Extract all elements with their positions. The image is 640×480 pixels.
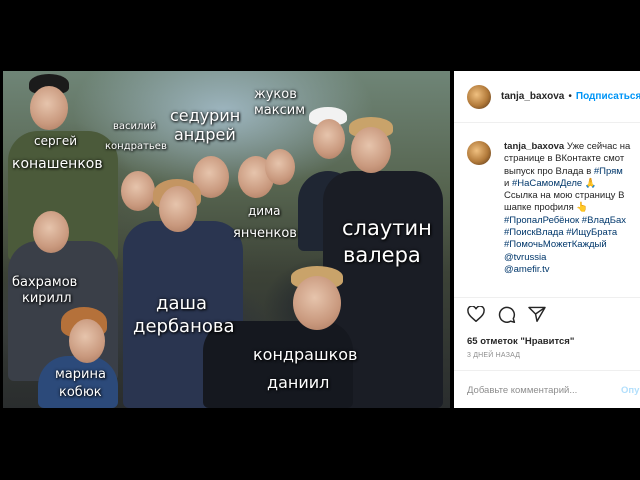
person-face — [265, 149, 295, 185]
post-panel: tanja_baxova • Подписаться tanja_baxova … — [454, 71, 640, 408]
caption-line: Ссылка на мою страницу В — [504, 190, 625, 202]
post-actions: 65 отметок "Нравится" 3 ДНЕЙ НАЗАД Добав… — [454, 297, 640, 408]
photo-label-sedurin-1: седурин — [170, 106, 241, 125]
hashtag-link[interactable]: #ПомочьМожетКаждый — [504, 239, 630, 251]
hashtag-link[interactable]: #Прям — [594, 166, 623, 177]
caption-username[interactable]: tanja_baxova — [504, 141, 564, 152]
photo-label-dima-1: дима — [248, 204, 281, 218]
photo-label-kondrashkov-1: кондрашков — [253, 345, 358, 364]
comment-icon[interactable] — [498, 306, 516, 328]
caption-line: шапке профиля — [504, 202, 577, 214]
photo-label-sergey-1: сергей — [34, 134, 78, 148]
photo-label-sedurin-2: андрей — [174, 125, 236, 144]
caption-text: tanja_baxova Уже сейчас на странице в ВК… — [504, 141, 630, 276]
person-face — [30, 86, 68, 130]
person-face — [69, 319, 105, 363]
person-face — [33, 211, 69, 253]
photo-label-bakhramov-2: кирилл — [22, 291, 72, 306]
photo-label-marina-2: кобюк — [59, 385, 102, 400]
caption-line: и — [504, 177, 512, 189]
likes-count[interactable]: 65 отметок "Нравится" — [467, 336, 574, 347]
person-face — [351, 127, 391, 173]
comment-input[interactable]: Добавьте комментарий... — [467, 385, 577, 396]
mention-link[interactable]: @amefir.tv — [504, 264, 630, 276]
photo-label-dasha-2: дербанова — [133, 316, 235, 337]
avatar[interactable] — [467, 84, 491, 109]
share-icon[interactable] — [528, 306, 546, 327]
post-header: tanja_baxova • Подписаться — [454, 71, 640, 123]
photo-label-vasily-1: василий — [113, 121, 157, 132]
photo-label-slautin-1: слаутин — [342, 216, 432, 240]
mention-link[interactable]: @tvrussia — [504, 252, 630, 264]
photo-label-marina-1: марина — [55, 367, 106, 382]
caption-line: выпуск про Влада в — [504, 165, 594, 177]
hashtag-link[interactable]: #ПоискВлада #ИщуБрата — [504, 227, 630, 239]
photo-label-zhukov-1: жуков — [254, 87, 297, 102]
follow-button[interactable]: Подписаться — [576, 91, 640, 102]
photo-label-bakhramov-1: бахрамов — [12, 275, 78, 290]
person-face — [159, 186, 197, 232]
caption-line: Уже сейчас на — [566, 141, 631, 152]
separator-dot: • — [568, 91, 572, 102]
person-face — [293, 276, 341, 330]
caption: tanja_baxova Уже сейчас на странице в ВК… — [467, 141, 640, 276]
point-up-emoji-icon: 👆 — [576, 202, 589, 214]
photo-label-kondrashkov-2: даниил — [267, 373, 330, 392]
person-face — [313, 119, 345, 159]
heart-icon[interactable] — [467, 305, 485, 327]
person-figure — [38, 356, 118, 408]
hashtag-link[interactable]: #НаСамомДеле — [512, 178, 582, 189]
pray-emoji-icon: 🙏 — [584, 177, 597, 189]
post-timestamp[interactable]: 3 ДНЕЙ НАЗАД — [467, 352, 520, 359]
caption-avatar[interactable] — [467, 141, 491, 165]
photo-label-dima-2: янченков — [233, 226, 297, 241]
caption-line: странице в ВКонтакте смот — [504, 153, 625, 165]
photo-label-vasily-2: кондратьев — [105, 141, 167, 152]
comment-bar: Добавьте комментарий... Опу — [454, 370, 640, 408]
photo-label-dasha-1: даша — [156, 293, 207, 314]
hashtag-link[interactable]: #ПропалРебёнок #ВладБах — [504, 215, 630, 227]
photo-label-zhukov-2: максим — [254, 103, 306, 118]
post-comment-button[interactable]: Опу — [621, 385, 639, 396]
photo-label-sergey-2: конашенков — [12, 156, 103, 172]
person-face — [121, 171, 155, 211]
photo-label-slautin-2: валера — [343, 243, 421, 267]
post-photo[interactable]: сергей конашенков василий кондратьев сед… — [3, 71, 450, 408]
header-username[interactable]: tanja_baxova — [501, 91, 564, 102]
